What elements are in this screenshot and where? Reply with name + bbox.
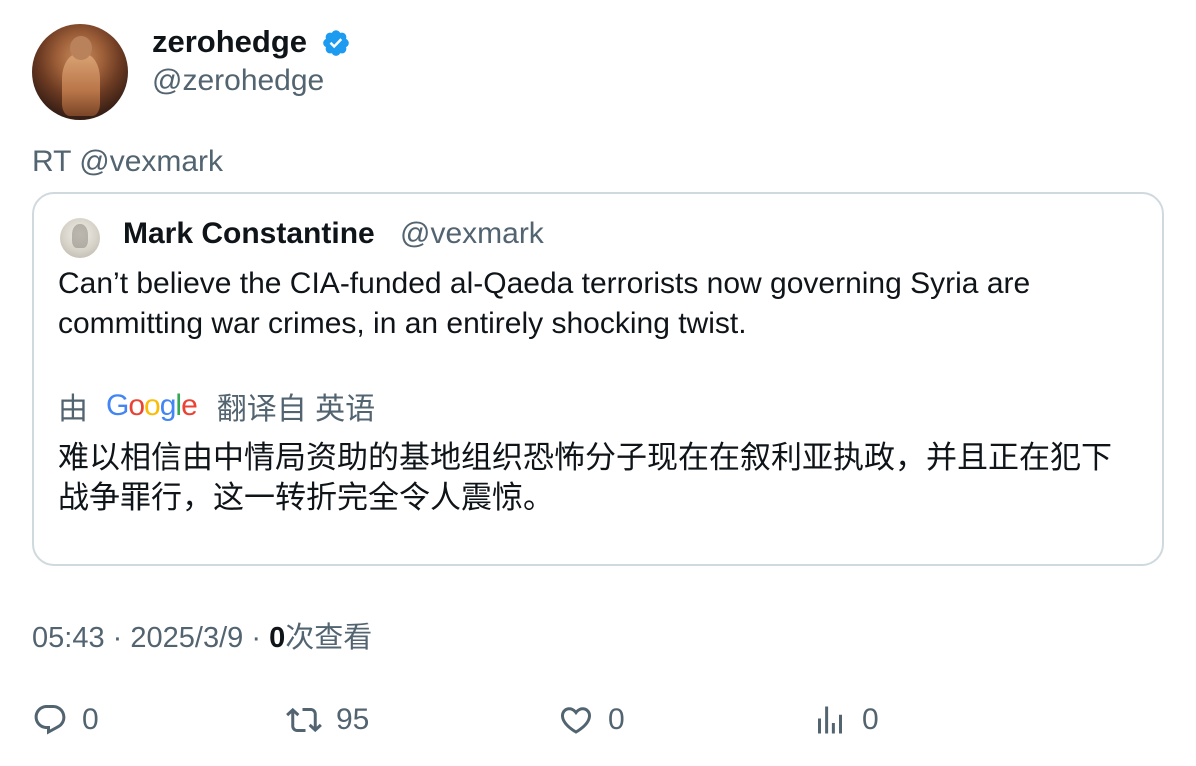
views-button[interactable]: 0: [812, 700, 879, 740]
quoted-tweet-card[interactable]: Mark Constantine @vexmark Can’t believe …: [32, 192, 1164, 566]
quoted-tweet-text: Can’t believe the CIA-funded al-Qaeda te…: [58, 267, 1031, 340]
views-action-count: 0: [862, 703, 879, 736]
tweet-metadata: 05:43 · 2025/3/9 · 0次查看: [32, 614, 372, 656]
translated-tweet-text: 难以相信由中情局资助的基地组织恐怖分子现在在叙利亚执政，并且正在犯下战争罪行，这…: [58, 440, 1112, 516]
retweet-button[interactable]: 95: [286, 700, 369, 740]
reply-icon: [34, 705, 66, 735]
reply-count: 0: [82, 703, 99, 736]
retweet-icon: [286, 707, 322, 733]
author-avatar[interactable]: [32, 24, 128, 120]
retweet-count: 95: [336, 703, 370, 736]
analytics-icon: [818, 706, 842, 734]
avatar-head: [70, 36, 92, 60]
reply-button[interactable]: 0: [32, 700, 99, 740]
tweet-date[interactable]: 2025/3/9: [130, 622, 243, 654]
retweet-line: RT @vexmark: [32, 145, 224, 178]
meta-separator: ·: [251, 622, 261, 654]
tweet-time[interactable]: 05:43: [32, 622, 105, 654]
like-count: 0: [608, 703, 625, 736]
quoted-author-display-name[interactable]: Mark Constantine: [123, 217, 375, 251]
like-button[interactable]: 0: [558, 700, 625, 740]
author-handle[interactable]: @zerohedge: [152, 64, 324, 98]
avatar-bust: [72, 224, 88, 248]
meta-separator: ·: [112, 622, 123, 654]
quoted-author-handle[interactable]: @vexmark: [400, 217, 544, 251]
translation-source-label: 翻译自 英语: [216, 393, 376, 426]
views-label: 次查看: [285, 622, 373, 654]
author-display-name[interactable]: zerohedge: [152, 24, 307, 60]
avatar-figure: [62, 54, 100, 116]
verified-badge-icon: [323, 30, 349, 56]
quoted-author-avatar[interactable]: [60, 218, 100, 258]
translation-attribution: 由 Google 翻译自 英语: [58, 386, 375, 426]
heart-icon: [560, 707, 592, 734]
google-logo: Google: [106, 389, 198, 422]
translation-by-label: 由: [58, 393, 88, 426]
views-count: 0: [269, 622, 286, 654]
